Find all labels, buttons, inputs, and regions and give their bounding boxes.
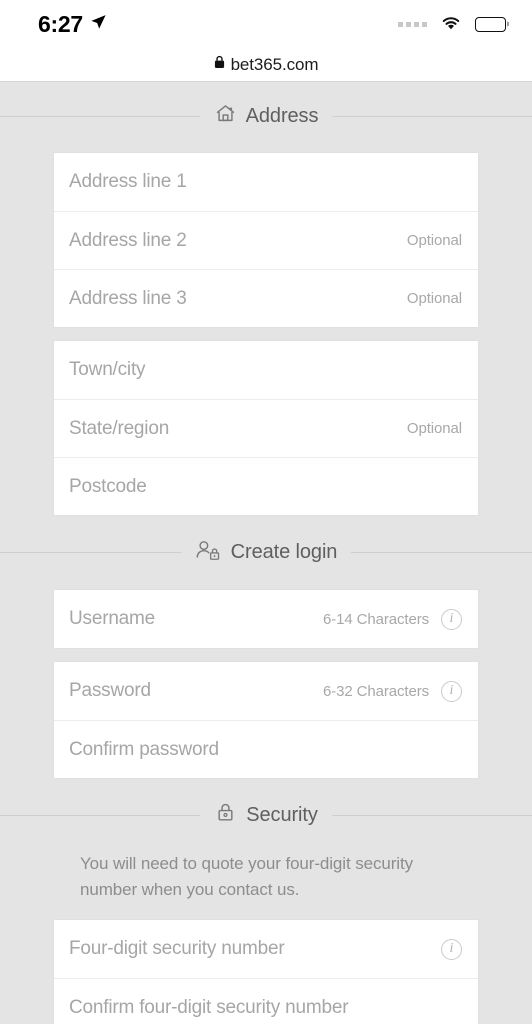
field-label: Address line 1 <box>69 171 187 192</box>
divider-right <box>351 552 532 553</box>
status-bar-left: 6:27 <box>38 11 107 38</box>
field-label: Confirm password <box>69 738 219 760</box>
info-icon[interactable]: i <box>441 608 462 630</box>
status-bar-right <box>398 14 506 35</box>
field-state-region[interactable]: State/region Optional <box>54 399 478 457</box>
user-lock-icon <box>195 538 222 567</box>
field-label: Address line 2 <box>69 229 187 251</box>
field-label: Postcode <box>69 475 147 497</box>
section-title-security: Security <box>246 803 318 826</box>
divider-left <box>0 814 201 816</box>
lock-icon <box>214 55 225 74</box>
field-four-digit-security-number[interactable]: Four-digit security number i <box>54 920 478 978</box>
padlock-icon <box>214 801 237 829</box>
field-hint: 6-14 Characters <box>322 610 429 628</box>
field-group-security-number: Four-digit security number i Confirm fou… <box>53 919 479 1024</box>
field-label: Confirm four-digit security number <box>69 996 349 1018</box>
field-label: Password <box>69 680 151 701</box>
section-title-address: Address <box>245 104 319 127</box>
house-icon <box>214 102 237 130</box>
browser-url-bar[interactable]: bet365.com <box>0 48 532 82</box>
divider-left <box>0 552 181 553</box>
field-hint: Optional <box>406 232 462 249</box>
field-hint: Optional <box>406 290 462 307</box>
field-postcode[interactable]: Postcode <box>54 457 478 515</box>
registration-form: Address Address line 1 Address line 2 Op… <box>0 82 532 1024</box>
info-icon[interactable]: i <box>441 938 462 960</box>
field-label: Town/city <box>69 359 146 380</box>
field-label: State/region <box>69 417 170 439</box>
field-address-line-1[interactable]: Address line 1 <box>54 153 478 211</box>
url-text: bet365.com <box>230 54 319 74</box>
location-arrow-icon <box>90 13 107 35</box>
field-label: Username <box>69 608 156 629</box>
info-icon[interactable]: i <box>441 680 462 702</box>
battery-icon <box>475 16 506 32</box>
field-username[interactable]: Username 6-14 Characters i <box>54 590 478 648</box>
field-town-city[interactable]: Town/city <box>54 341 478 399</box>
security-note: You will need to quote your four-digit s… <box>80 854 413 899</box>
section-header-address: Address <box>0 102 532 130</box>
field-address-line-2[interactable]: Address line 2 Optional <box>54 211 478 269</box>
wifi-icon <box>440 14 462 35</box>
field-label: Address line 3 <box>69 287 187 309</box>
divider-left <box>0 115 200 117</box>
section-header-security: Security <box>0 801 532 829</box>
field-group-address-lines: Address line 1 Address line 2 Optional A… <box>53 152 479 328</box>
field-label: Four-digit security number <box>69 938 285 959</box>
divider-right <box>331 814 532 816</box>
signal-dots-icon <box>398 21 427 27</box>
field-hint: 6-32 Characters <box>322 682 429 700</box>
field-password[interactable]: Password 6-32 Characters i <box>54 662 478 720</box>
field-hint: Optional <box>406 420 462 437</box>
section-title-create-login: Create login <box>230 541 338 563</box>
field-group-password: Password 6-32 Characters i Confirm passw… <box>53 661 479 779</box>
status-time: 6:27 <box>38 10 83 37</box>
field-address-line-3[interactable]: Address line 3 Optional <box>54 269 478 327</box>
field-confirm-four-digit-security-number[interactable]: Confirm four-digit security number <box>54 978 478 1024</box>
field-group-locality: Town/city State/region Optional Postcode <box>53 340 479 516</box>
field-confirm-password[interactable]: Confirm password <box>54 720 478 778</box>
status-bar: 6:27 <box>0 0 532 48</box>
divider-right <box>332 115 532 117</box>
field-group-username: Username 6-14 Characters i <box>53 589 479 649</box>
section-header-create-login: Create login <box>0 538 532 567</box>
